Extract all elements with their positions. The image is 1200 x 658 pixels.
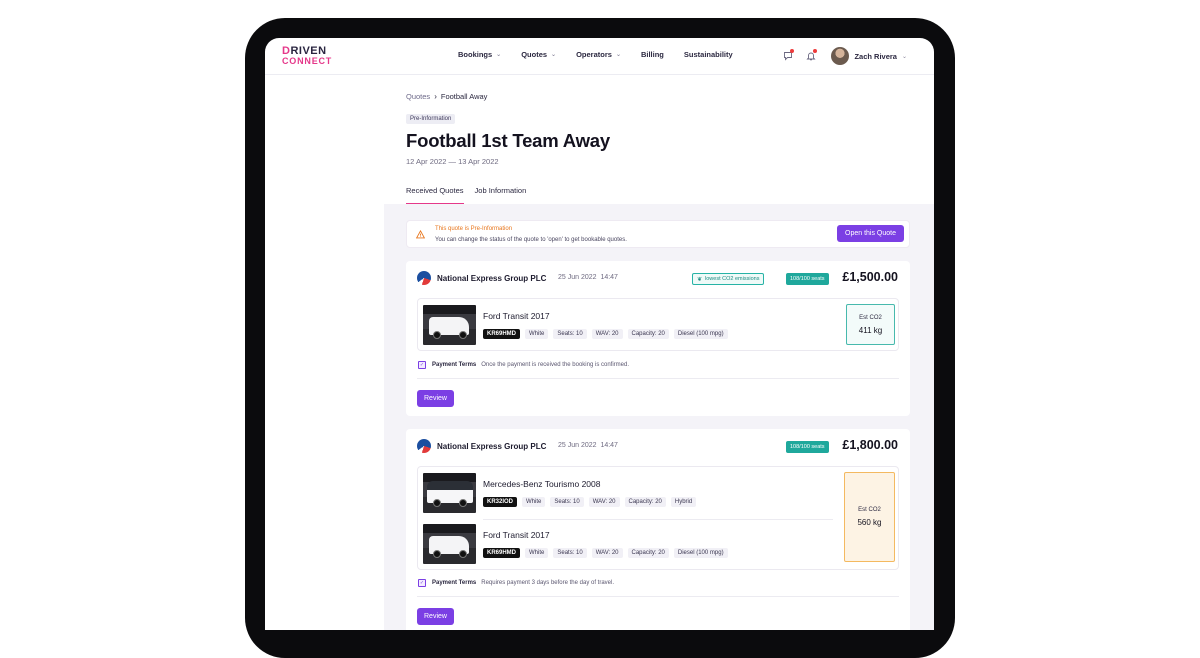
breadcrumb-current: Football Away (440, 92, 488, 101)
breadcrumb-quotes[interactable]: Quotes (406, 92, 430, 101)
lowest-co2-badge: ❦ lowest CO2 emissions (692, 273, 765, 285)
vehicle-tag: White (525, 329, 549, 339)
date-range: 12 Apr 2022 — 13 Apr 2022 (406, 157, 499, 166)
payment-terms: ✓ Payment Terms Requires payment 3 days … (418, 579, 614, 587)
top-nav: DRIVEN CONNECT Bookings ⌄ Quotes ⌄ Operato… (265, 38, 934, 75)
divider (417, 596, 899, 597)
vehicle-tag: Capacity: 20 (627, 329, 669, 339)
chevron-down-icon: ⌄ (551, 52, 557, 58)
checklist-icon: ✓ (418, 361, 426, 369)
vehicle-tags: KR32IOD White Seats: 10 WAV: 20 Capacity… (483, 497, 701, 507)
vehicle-tag: Seats: 10 (553, 329, 587, 339)
page-title: Football 1st Team Away (406, 130, 610, 151)
plate: KR32IOD (483, 497, 518, 507)
vehicle-tag: Diesel (100 mpg) (673, 329, 728, 339)
vehicle-tags: KR69HMD White Seats: 10 WAV: 20 Capacity… (483, 329, 733, 339)
breadcrumb: Quotes › Football Away (406, 92, 487, 101)
operator-name: National Express Group PLC (437, 274, 547, 283)
vehicle-tag: White (522, 497, 546, 507)
vehicle-tag: Diesel (100 mpg) (673, 548, 728, 558)
chevron-right-icon: › (434, 92, 437, 101)
notification-bell-icon[interactable] (804, 49, 818, 63)
review-button[interactable]: Review (417, 608, 454, 625)
user-name[interactable]: Zach Rivera (854, 52, 897, 61)
quote-date: 25 Jun 2022 14:47 (558, 442, 618, 449)
tabs: Received Quotes Job Information (406, 186, 537, 205)
messages-icon[interactable] (781, 49, 795, 63)
vehicle-tag: WAV: 20 (591, 329, 623, 339)
vehicle-name: Ford Transit 2017 (483, 311, 550, 321)
tab-received-quotes[interactable]: Received Quotes (406, 186, 464, 205)
quote-card: National Express Group PLC 25 Jun 2022 1… (406, 261, 910, 416)
vehicle-list: Ford Transit 2017 KR69HMD White Seats: 1… (417, 298, 899, 351)
vehicle-image (423, 524, 476, 564)
open-quote-button[interactable]: Open this Quote (837, 225, 904, 242)
plate: KR69HMD (483, 329, 521, 339)
quote-price: £1,800.00 (842, 438, 898, 452)
avatar[interactable] (831, 47, 850, 65)
vehicle-name: Ford Transit 2017 (483, 530, 550, 540)
chevron-down-icon[interactable]: ⌄ (902, 53, 907, 60)
app-screen: DRIVEN CONNECT Bookings ⌄ Quotes ⌄ Operato… (265, 38, 934, 630)
brand-logo[interactable]: DRIVEN CONNECT (282, 46, 332, 66)
vehicle-image (423, 305, 476, 345)
nav-links: Bookings ⌄ Quotes ⌄ Operators ⌄ Billing Sus… (458, 50, 753, 59)
vehicle-tag: Hybrid (670, 497, 697, 507)
quotes-panel: This quote is Pre-Information You can ch… (384, 204, 934, 630)
vehicle-image (423, 473, 476, 513)
user-area: Zach Rivera ⌄ (781, 47, 907, 65)
operator-name: National Express Group PLC (437, 442, 547, 451)
warning-icon (415, 229, 426, 241)
vehicle-tag: Capacity: 20 (627, 548, 669, 558)
banner-heading: This quote is Pre-Information (435, 226, 513, 232)
review-button[interactable]: Review (417, 390, 454, 407)
divider (483, 519, 833, 520)
vehicle-tag: Capacity: 20 (624, 497, 666, 507)
quote-card: National Express Group PLC 25 Jun 2022 1… (406, 429, 910, 630)
est-co2-box: Est CO2 411 kg (846, 304, 895, 345)
status-badge: Pre-Information (406, 114, 456, 124)
pre-information-banner: This quote is Pre-Information You can ch… (406, 220, 910, 248)
est-co2-box: Est CO2 560 kg (844, 472, 895, 562)
seats-badge: 108/100 seats (786, 441, 829, 453)
vehicle-tag: Seats: 10 (553, 548, 587, 558)
vehicle-tags: KR69HMD White Seats: 10 WAV: 20 Capacity… (483, 548, 733, 558)
chevron-down-icon: ⌄ (615, 52, 621, 58)
nav-bookings[interactable]: Bookings ⌄ (458, 50, 501, 59)
nav-sustainability[interactable]: Sustainability (684, 50, 733, 59)
leaf-icon: ❦ (697, 276, 703, 283)
chevron-down-icon: ⌄ (496, 52, 502, 58)
checklist-icon: ✓ (418, 579, 426, 587)
quote-date: 25 Jun 2022 14:47 (558, 274, 618, 281)
nav-operators[interactable]: Operators ⌄ (576, 50, 621, 59)
vehicle-tag: Seats: 10 (550, 497, 584, 507)
nav-quotes[interactable]: Quotes ⌄ (521, 50, 556, 59)
quote-price: £1,500.00 (842, 270, 898, 284)
plate: KR69HMD (483, 548, 521, 558)
payment-terms: ✓ Payment Terms Once the payment is rece… (418, 361, 629, 369)
vehicle-tag: WAV: 20 (588, 497, 620, 507)
seats-badge: 108/100 seats (786, 273, 829, 285)
vehicle-tag: White (525, 548, 549, 558)
banner-text: You can change the status of the quote t… (435, 237, 627, 243)
nav-billing[interactable]: Billing (641, 50, 664, 59)
vehicle-list: Mercedes-Benz Tourismo 2008 KR32IOD Whit… (417, 466, 899, 570)
operator-logo (417, 271, 431, 285)
vehicle-name: Mercedes-Benz Tourismo 2008 (483, 479, 601, 489)
tab-job-information[interactable]: Job Information (475, 186, 527, 205)
vehicle-tag: WAV: 20 (591, 548, 623, 558)
divider (417, 378, 899, 379)
operator-logo (417, 439, 431, 453)
